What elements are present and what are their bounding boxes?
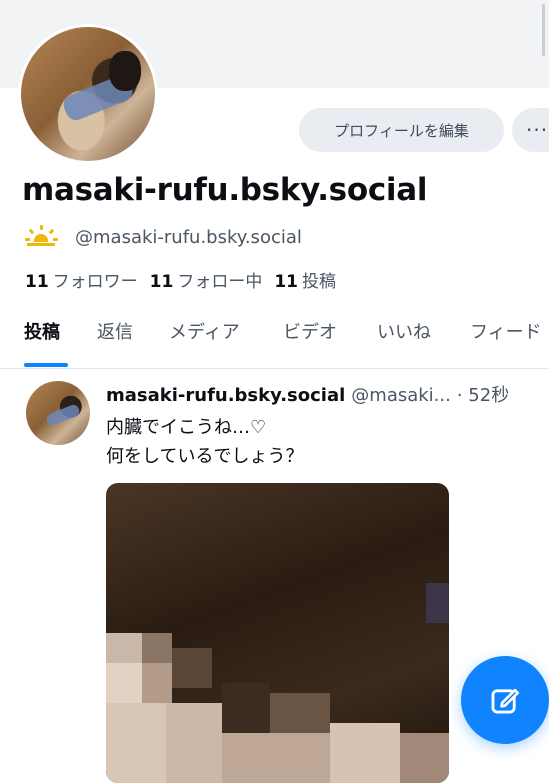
mosaic-block — [106, 633, 142, 663]
mosaic-block — [106, 663, 142, 703]
tab-posts[interactable]: 投稿 — [24, 318, 60, 344]
following-count: 11 — [149, 272, 174, 292]
following-stat[interactable]: 11 フォロー中 — [150, 267, 263, 292]
mosaic-block — [142, 633, 172, 663]
post-text: 内臓でイこうね…♡ 何をしているでしょう？ — [106, 417, 304, 467]
avatar-image-figure — [44, 403, 82, 427]
posts-count: 11 — [274, 272, 299, 292]
tab-feeds[interactable]: フィード — [470, 318, 542, 344]
mosaic-block — [400, 733, 449, 783]
active-tab-indicator — [24, 363, 68, 367]
mosaic-block — [172, 648, 212, 688]
profile-handle: @masaki-rufu.bsky.social — [75, 226, 302, 248]
compose-post-button[interactable] — [461, 656, 549, 744]
scrollbar[interactable] — [542, 4, 545, 56]
tab-media[interactable]: メディア — [169, 318, 240, 344]
mosaic-block — [330, 723, 400, 783]
profile-avatar[interactable] — [18, 24, 158, 164]
post-author-handle[interactable]: @masaki... — [351, 385, 451, 406]
post-header: masaki-rufu.bsky.social @masaki... · 52秒 — [106, 381, 509, 407]
mosaic-block — [106, 703, 166, 783]
handle-row: @masaki-rufu.bsky.social — [25, 224, 302, 250]
post-image[interactable] — [106, 483, 449, 783]
followers-label: フォロワー — [52, 272, 138, 292]
avatar-image-head — [109, 51, 141, 91]
followers-count: 11 — [25, 272, 49, 292]
more-options-button[interactable]: ··· — [512, 108, 549, 152]
post-timestamp[interactable]: · 52秒 — [457, 385, 509, 406]
mosaic-block — [142, 663, 172, 703]
posts-stat: 11 投稿 — [274, 267, 336, 292]
followers-stat[interactable]: 11 フォロワー — [25, 267, 138, 292]
edit-profile-button[interactable]: プロフィールを編集 — [299, 108, 504, 152]
ellipsis-icon: ··· — [526, 118, 549, 142]
mosaic-block — [222, 733, 330, 783]
display-name: masaki-rufu.bsky.social — [22, 172, 428, 208]
sun-icon — [25, 224, 58, 250]
profile-tabs: 投稿 返信 メディア ビデオ いいね フィード — [0, 312, 549, 369]
mosaic-block — [222, 683, 270, 733]
posts-label: 投稿 — [302, 272, 337, 292]
tab-likes[interactable]: いいね — [377, 318, 431, 344]
post-author-avatar[interactable] — [26, 381, 90, 445]
tab-replies[interactable]: 返信 — [97, 318, 133, 344]
mosaic-block — [166, 703, 222, 783]
following-label: フォロー中 — [177, 272, 263, 292]
profile-stats: 11 フォロワー 11 フォロー中 11 投稿 — [25, 267, 336, 292]
post-author-name[interactable]: masaki-rufu.bsky.social — [106, 385, 345, 406]
tab-videos[interactable]: ビデオ — [283, 318, 337, 344]
edit-icon — [491, 688, 520, 714]
mosaic-block — [426, 583, 449, 623]
